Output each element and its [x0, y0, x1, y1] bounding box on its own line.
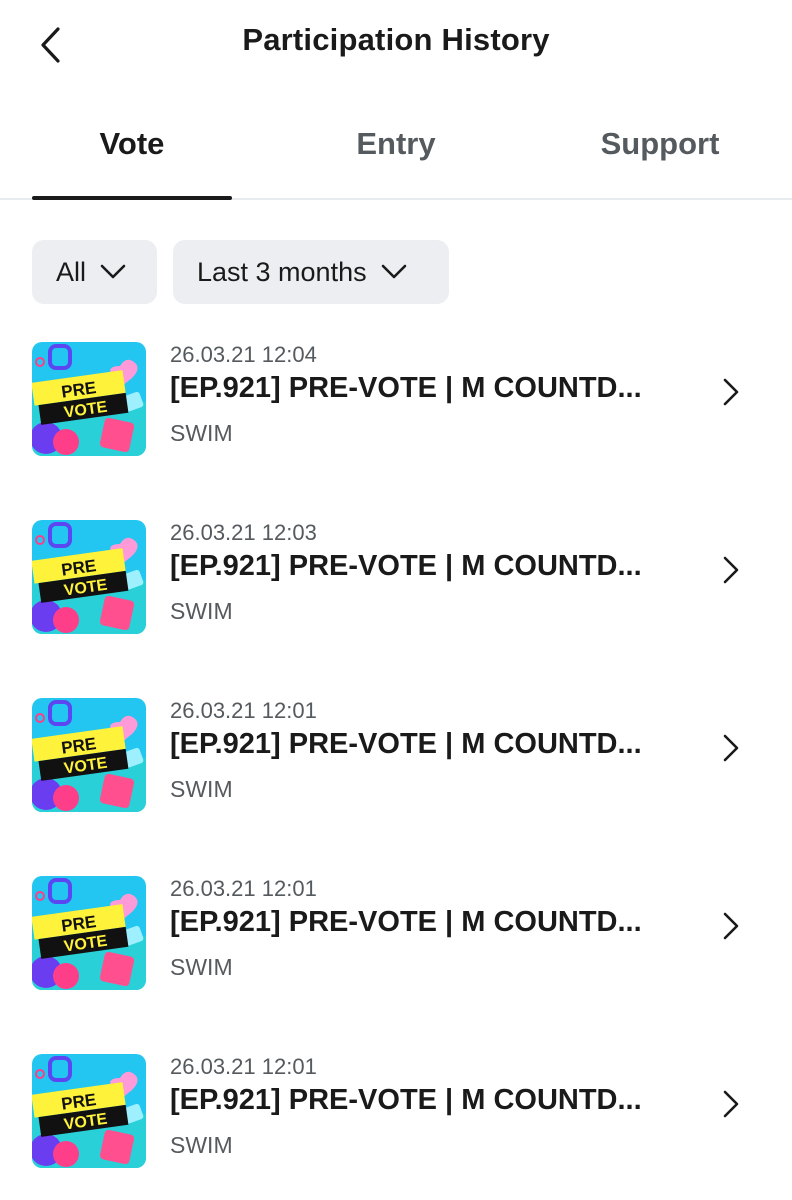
item-subtitle: SWIM — [170, 1132, 233, 1158]
pre-vote-thumbnail: PRE VOTE — [32, 1054, 146, 1168]
item-title: [EP.921] PRE-VOTE | M COUNTD... — [170, 372, 642, 404]
tab-entry[interactable]: Entry — [296, 126, 496, 162]
list-item[interactable]: PRE VOTE 26.03.21 12:01 [EP.921] PRE-VOT… — [0, 868, 792, 1046]
list-item[interactable]: PRE VOTE 26.03.21 12:01 [EP.921] PRE-VOT… — [0, 1046, 792, 1200]
item-date: 26.03.21 12:01 — [170, 1054, 317, 1079]
chevron-down-icon — [381, 264, 407, 280]
item-subtitle: SWIM — [170, 598, 233, 624]
item-title: [EP.921] PRE-VOTE | M COUNTD... — [170, 550, 642, 582]
list-item[interactable]: PRE VOTE 26.03.21 12:01 [EP.921] PRE-VOT… — [0, 690, 792, 868]
history-list: PRE VOTE 26.03.21 12:04 [EP.921] PRE-VOT… — [0, 334, 792, 1200]
tab-vote[interactable]: Vote — [32, 126, 232, 162]
item-subtitle: SWIM — [170, 776, 233, 802]
chevron-right-icon — [716, 550, 746, 590]
pre-vote-thumbnail: PRE VOTE — [32, 342, 146, 456]
item-date: 26.03.21 12:03 — [170, 520, 317, 545]
item-title: [EP.921] PRE-VOTE | M COUNTD... — [170, 728, 642, 760]
header: Participation History — [0, 0, 792, 96]
chevron-down-icon — [100, 264, 126, 280]
pre-vote-thumbnail: PRE VOTE — [32, 520, 146, 634]
item-date: 26.03.21 12:01 — [170, 876, 317, 901]
chevron-right-icon — [716, 728, 746, 768]
item-date: 26.03.21 12:01 — [170, 698, 317, 723]
item-title: [EP.921] PRE-VOTE | M COUNTD... — [170, 906, 642, 938]
item-title: [EP.921] PRE-VOTE | M COUNTD... — [170, 1084, 642, 1116]
chevron-right-icon — [716, 372, 746, 412]
category-filter-label: All — [56, 256, 87, 287]
list-item[interactable]: PRE VOTE 26.03.21 12:03 [EP.921] PRE-VOT… — [0, 512, 792, 690]
chevron-right-icon — [716, 906, 746, 946]
pre-vote-thumbnail: PRE VOTE — [32, 698, 146, 812]
tab-bar: Vote Entry Support — [0, 96, 792, 200]
page-title: Participation History — [242, 22, 550, 57]
tab-support[interactable]: Support — [560, 126, 760, 162]
period-filter-label: Last 3 months — [197, 256, 367, 287]
chevron-right-icon — [716, 1084, 746, 1124]
item-subtitle: SWIM — [170, 420, 233, 446]
period-filter[interactable]: Last 3 months — [173, 240, 449, 304]
item-date: 26.03.21 12:04 — [170, 342, 317, 367]
filter-bar: All Last 3 months — [0, 200, 792, 334]
list-item[interactable]: PRE VOTE 26.03.21 12:04 [EP.921] PRE-VOT… — [0, 334, 792, 512]
category-filter[interactable]: All — [32, 240, 157, 304]
pre-vote-thumbnail: PRE VOTE — [32, 876, 146, 990]
item-subtitle: SWIM — [170, 954, 233, 980]
